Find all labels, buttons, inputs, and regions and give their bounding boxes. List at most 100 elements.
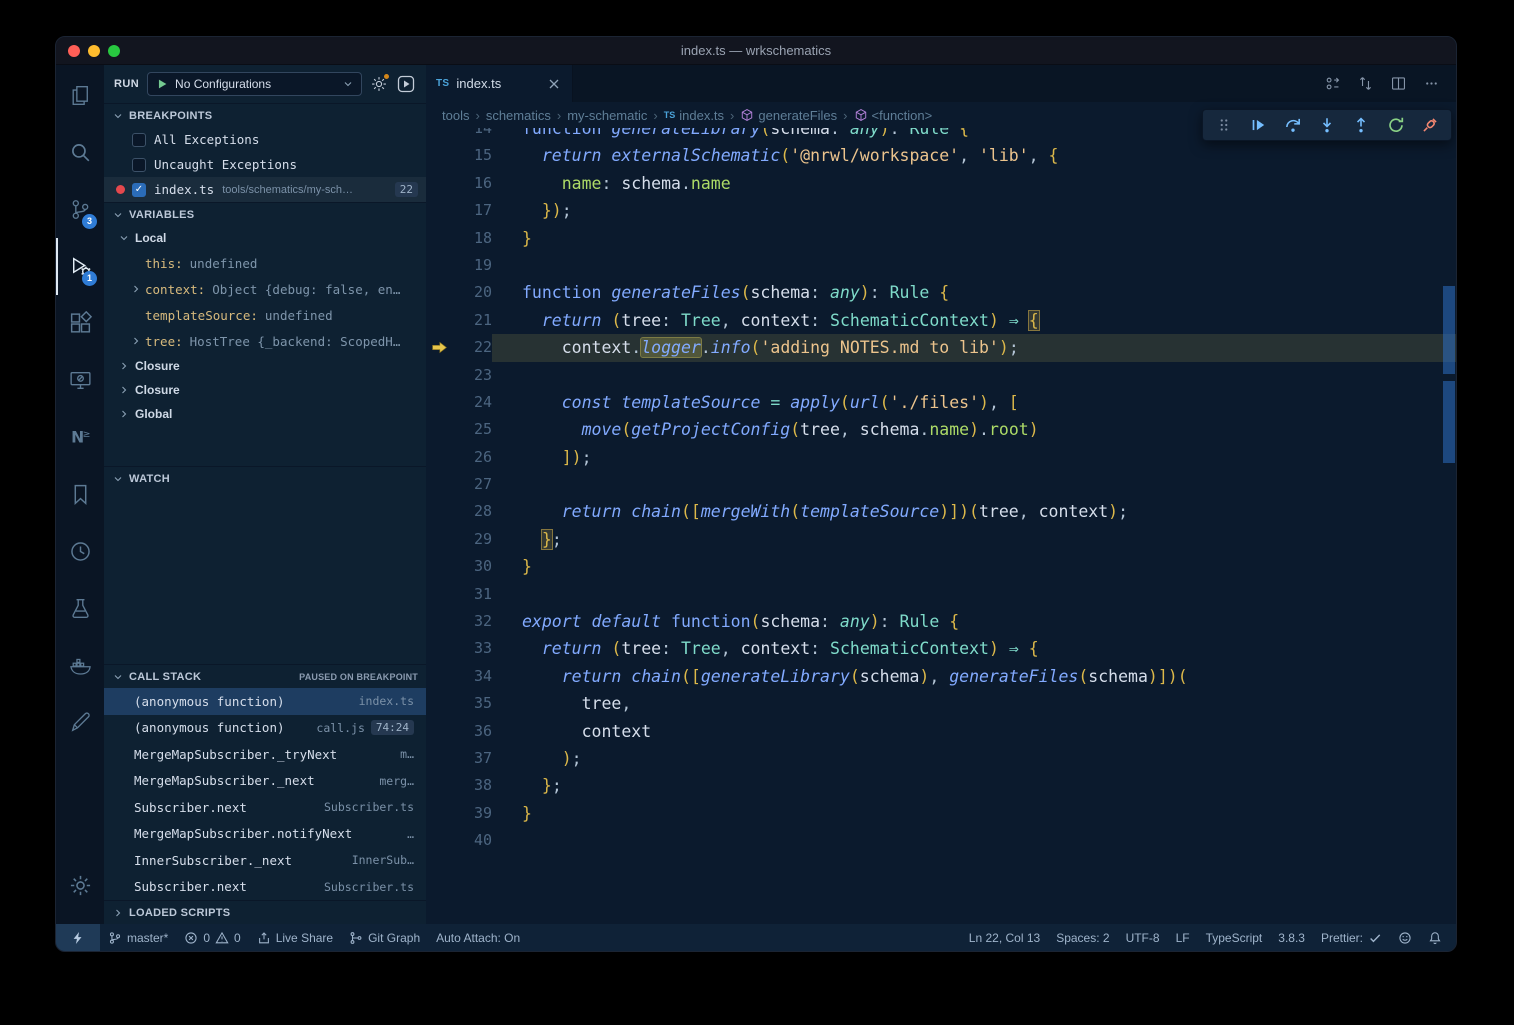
status-notifications[interactable] [1420,924,1450,951]
debug-step-into-icon[interactable] [1318,116,1336,134]
section-breakpoints-header[interactable]: BREAKPOINTS [104,103,426,127]
breakpoint-margin[interactable] [426,307,452,334]
code-line[interactable]: 36 context [426,718,1456,745]
breadcrumb-item[interactable]: my-schematic [567,108,647,123]
compare-icon[interactable] [1357,75,1374,92]
status-language[interactable]: TypeScript [1198,924,1271,951]
breakpoint-margin[interactable] [426,279,452,306]
call-stack-frame[interactable]: MergeMapSubscriber._nextmerg… [104,768,426,795]
status-problems[interactable]: 00 [176,924,248,951]
debug-restart-icon[interactable] [1387,116,1405,134]
code-line[interactable]: 19 [426,252,1456,279]
breakpoint-margin[interactable] [426,718,452,745]
status-live-share[interactable]: Live Share [249,924,341,951]
breakpoint-margin[interactable] [426,553,452,580]
breakpoint-row[interactable]: Uncaught Exceptions [104,152,426,177]
code-line[interactable]: 31 [426,581,1456,608]
breadcrumb-item[interactable]: TSindex.ts [664,108,724,123]
code-line[interactable]: 30} [426,553,1456,580]
configure-launch-button[interactable] [370,75,388,93]
breakpoint-margin[interactable] [426,608,452,635]
call-stack-frame[interactable]: MergeMapSubscriber._tryNextm… [104,741,426,768]
zoom-window-button[interactable] [108,45,120,57]
breakpoint-margin[interactable] [426,170,452,197]
activity-item-pencil[interactable] [56,694,104,751]
call-stack-frame[interactable]: Subscriber.nextSubscriber.ts [104,874,426,901]
line-number[interactable]: 26 [452,444,492,471]
code-line[interactable]: 20function generateFiles(schema: any): R… [426,279,1456,306]
breakpoint-margin[interactable] [426,635,452,662]
code-line[interactable]: 40 [426,827,1456,854]
status-remote[interactable] [56,924,100,951]
line-number[interactable]: 35 [452,690,492,717]
breakpoint-margin[interactable] [426,362,452,389]
breakpoint-row[interactable]: All Exceptions [104,127,426,152]
debug-continue-icon[interactable] [1249,116,1267,134]
activity-item-remote-explorer[interactable] [56,352,104,409]
debug-step-over-icon[interactable] [1284,116,1302,134]
line-number[interactable]: 28 [452,498,492,525]
section-loaded-scripts-header[interactable]: LOADED SCRIPTS [104,900,426,924]
open-changes-icon[interactable] [1324,75,1341,92]
breakpoint-margin[interactable] [426,197,452,224]
code-line[interactable]: 28 return chain([mergeWith(templateSourc… [426,498,1456,525]
activity-item-search[interactable] [56,124,104,181]
variable-scope-closure[interactable]: Closure [104,354,426,378]
line-number[interactable]: 16 [452,170,492,197]
code-line[interactable]: 37 ); [426,745,1456,772]
code-line[interactable]: 27 [426,471,1456,498]
status-branch[interactable]: master* [100,924,176,951]
code-line[interactable]: 23 [426,362,1456,389]
breakpoint-margin[interactable] [426,252,452,279]
breakpoint-margin[interactable] [426,772,452,799]
activity-item-nx-console[interactable]: N≥ [56,409,104,466]
line-number[interactable]: 39 [452,800,492,827]
line-number[interactable]: 36 [452,718,492,745]
line-number[interactable]: 40 [452,827,492,854]
breakpoint-row[interactable]: ✓index.tstools/schematics/my-sch…22 [104,177,426,202]
call-stack-frame[interactable]: InnerSubscriber._nextInnerSub… [104,847,426,874]
line-number[interactable]: 30 [452,553,492,580]
line-number[interactable]: 20 [452,279,492,306]
breakpoint-margin[interactable] [426,800,452,827]
status-prettier[interactable]: Prettier: [1313,924,1390,951]
code-line[interactable]: 32export default function(schema: any): … [426,608,1456,635]
close-tab-icon[interactable] [546,76,562,92]
status-eol[interactable]: LF [1168,924,1198,951]
breakpoint-checkbox[interactable] [132,133,146,147]
debug-disconnect-icon[interactable] [1421,116,1439,134]
line-number[interactable]: 29 [452,526,492,553]
line-number[interactable]: 14 [452,128,492,142]
line-number[interactable]: 32 [452,608,492,635]
code-line[interactable]: 35 tree, [426,690,1456,717]
line-number[interactable]: 31 [452,581,492,608]
line-number[interactable]: 37 [452,745,492,772]
code-line[interactable]: 22 context.logger.info('adding NOTES.md … [426,334,1456,361]
breakpoint-margin[interactable] [426,827,452,854]
call-stack-frame[interactable]: (anonymous function)index.ts [104,688,426,715]
breadcrumb-item[interactable]: schematics [486,108,551,123]
line-number[interactable]: 18 [452,225,492,252]
close-window-button[interactable] [68,45,80,57]
minimize-window-button[interactable] [88,45,100,57]
breakpoint-margin[interactable] [426,526,452,553]
breakpoint-margin[interactable] [426,334,452,361]
breakpoint-margin[interactable] [426,663,452,690]
code-line[interactable]: 21 return (tree: Tree, context: Schemati… [426,307,1456,334]
variable-row[interactable]: tree:HostTree {_backend: ScopedH… [104,328,426,354]
activity-item-settings-gear[interactable] [56,857,104,914]
code-line[interactable]: 33 return (tree: Tree, context: Schemati… [426,635,1456,662]
variable-scope-global[interactable]: Global [104,402,426,426]
breadcrumb-item[interactable]: tools [442,108,469,123]
breakpoint-checkbox[interactable]: ✓ [132,183,146,197]
status-feedback[interactable] [1390,924,1420,951]
activity-item-explorer[interactable] [56,67,104,124]
activity-item-flask[interactable] [56,580,104,637]
call-stack-frame[interactable]: (anonymous function)call.js74:24 [104,715,426,742]
tab-index-ts[interactable]: TS index.ts [426,65,573,102]
variable-row[interactable]: templateSource:undefined [104,302,426,328]
breakpoint-margin[interactable] [426,581,452,608]
breakpoint-margin[interactable] [426,745,452,772]
activity-item-bookmarks[interactable] [56,466,104,523]
line-number[interactable]: 38 [452,772,492,799]
